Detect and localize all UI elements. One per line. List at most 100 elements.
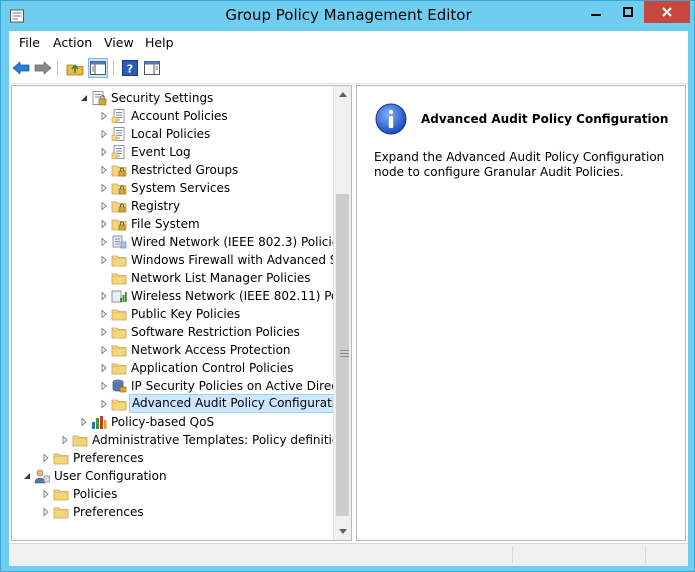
locked-folder-icon (111, 216, 127, 232)
locked-folder-icon (111, 162, 127, 178)
chart-icon (91, 414, 107, 430)
folder-icon (111, 360, 127, 376)
tree-item-label: IP Security Policies on Active Directory (131, 379, 334, 393)
tree-item-label: Registry (131, 199, 181, 213)
maximize-icon (623, 7, 633, 17)
status-cell (512, 546, 645, 563)
folder-icon (72, 432, 88, 448)
wireless-icon (111, 288, 127, 304)
network-icon (111, 234, 127, 250)
detail-description: Expand the Advanced Audit Policy Configu… (374, 150, 665, 179)
tree-item-label: Administrative Templates: Policy definit… (92, 433, 334, 447)
client-area: File Action View Help ? Security Setting… (9, 31, 688, 566)
menu-action[interactable]: Action (53, 35, 92, 50)
detail-title: Advanced Audit Policy Configuration (421, 112, 669, 126)
collapsed-arrow-icon[interactable] (100, 238, 108, 246)
svg-text:?: ? (127, 63, 133, 76)
scroll-down-button[interactable] (334, 523, 351, 540)
folder-icon (53, 450, 69, 466)
info-icon (375, 103, 407, 135)
tree-item-label: User Configuration (54, 469, 167, 483)
folder-icon (111, 270, 127, 286)
tree-item-label: Event Log (131, 145, 191, 159)
collapsed-arrow-icon[interactable] (100, 220, 108, 228)
menu-view[interactable]: View (104, 35, 134, 50)
close-icon (662, 7, 672, 17)
folder-icon (111, 252, 127, 268)
collapsed-arrow-icon[interactable] (100, 400, 108, 408)
collapsed-arrow-icon[interactable] (100, 148, 108, 156)
console-tree: Security Settings Account Policies Local P… (12, 86, 334, 540)
collapsed-arrow-icon[interactable] (100, 202, 108, 210)
collapsed-arrow-icon[interactable] (100, 328, 108, 336)
help-icon: ? (122, 60, 138, 76)
tree-item-label: Security Settings (111, 91, 214, 105)
scroll-up-button[interactable] (334, 86, 351, 103)
up-folder-button[interactable] (65, 58, 85, 78)
collapsed-arrow-icon[interactable] (100, 112, 108, 120)
forward-button[interactable] (33, 58, 53, 78)
scroll-grip (340, 350, 349, 351)
expanded-arrow-icon[interactable] (23, 472, 31, 480)
collapsed-arrow-icon[interactable] (42, 454, 50, 462)
status-cell (645, 546, 688, 563)
tree-item-label: Preferences (73, 451, 144, 465)
security-settings-icon (91, 90, 107, 106)
tree-item-label: Network Access Protection (131, 343, 291, 357)
menu-help[interactable]: Help (145, 35, 174, 50)
tree-item-label: Public Key Policies (131, 307, 241, 321)
expanded-arrow-icon[interactable] (80, 94, 88, 102)
collapsed-arrow-icon[interactable] (80, 418, 88, 426)
back-icon (12, 61, 30, 75)
scroll-down-icon (338, 529, 347, 534)
folder-icon (111, 396, 127, 412)
collapsed-arrow-icon[interactable] (100, 256, 108, 264)
collapsed-arrow-icon[interactable] (100, 184, 108, 192)
title-bar[interactable]: Group Policy Management Editor (1, 1, 695, 31)
collapsed-arrow-icon[interactable] (100, 310, 108, 318)
collapsed-arrow-icon[interactable] (100, 292, 108, 300)
policy-icon (111, 126, 127, 142)
console-icon (144, 61, 160, 75)
tree-item-label: File System (131, 217, 200, 231)
main-window: Group Policy Management Editor File Acti… (0, 0, 695, 572)
collapsed-arrow-icon[interactable] (100, 166, 108, 174)
menu-file[interactable]: File (19, 35, 40, 50)
collapsed-arrow-icon[interactable] (100, 130, 108, 138)
collapsed-arrow-icon[interactable] (100, 364, 108, 372)
tree-item-label: Local Policies (131, 127, 211, 141)
tree-item-label: Windows Firewall with Advanced Secu (131, 253, 334, 267)
collapsed-arrow-icon[interactable] (42, 490, 50, 498)
folder-icon (111, 342, 127, 358)
up-folder-icon (66, 64, 84, 76)
collapsed-arrow-icon[interactable] (100, 346, 108, 354)
close-button[interactable] (644, 1, 690, 23)
maximize-button[interactable] (612, 1, 644, 23)
collapsed-arrow-icon[interactable] (42, 508, 50, 516)
scroll-up-icon (338, 92, 347, 97)
toolbar-separator (57, 59, 58, 77)
scroll-grip (340, 356, 349, 357)
help-button[interactable]: ? (120, 58, 140, 78)
collapsed-arrow-icon[interactable] (61, 436, 69, 444)
show-hide-tree-button[interactable] (88, 58, 108, 78)
ip-security-icon (111, 378, 127, 394)
collapsed-arrow-icon[interactable] (100, 382, 108, 390)
tree-item-label: Account Policies (131, 109, 228, 123)
forward-icon (34, 61, 52, 75)
console-button[interactable] (142, 58, 162, 78)
folder-icon (53, 486, 69, 502)
tree-scrollbar[interactable] (333, 86, 351, 540)
back-button[interactable] (11, 58, 31, 78)
tree-item-label: Wired Network (IEEE 802.3) Policies (131, 235, 334, 249)
tree-item-label: System Services (131, 181, 231, 195)
folder-icon (111, 324, 127, 340)
minimize-button[interactable] (580, 1, 612, 23)
scroll-thumb[interactable] (336, 194, 349, 516)
locked-folder-icon (111, 198, 127, 214)
menu-bar: File Action View Help (9, 31, 688, 53)
tree-item-label: Wireless Network (IEEE 802.11) Policies (131, 289, 334, 303)
tree-item-label: Software Restriction Policies (131, 325, 300, 339)
policy-icon (111, 144, 127, 160)
scroll-grip (340, 353, 349, 354)
